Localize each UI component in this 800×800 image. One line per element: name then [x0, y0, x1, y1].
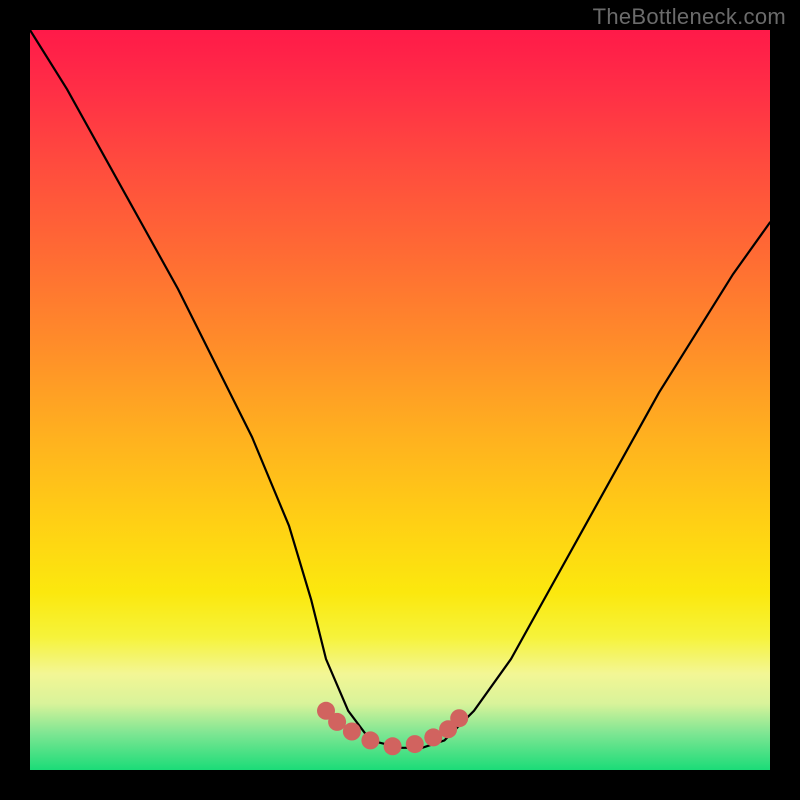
marker-dot: [450, 709, 468, 727]
watermark-text: TheBottleneck.com: [593, 4, 786, 30]
chart-stage: TheBottleneck.com: [0, 0, 800, 800]
marker-dot: [343, 723, 361, 741]
marker-dot: [384, 737, 402, 755]
marker-dot: [406, 735, 424, 753]
plot-area: [30, 30, 770, 770]
marker-dot: [328, 713, 346, 731]
marker-group: [317, 702, 468, 756]
bottleneck-curve-path: [30, 30, 770, 748]
curve-layer: [30, 30, 770, 770]
marker-dot: [361, 731, 379, 749]
